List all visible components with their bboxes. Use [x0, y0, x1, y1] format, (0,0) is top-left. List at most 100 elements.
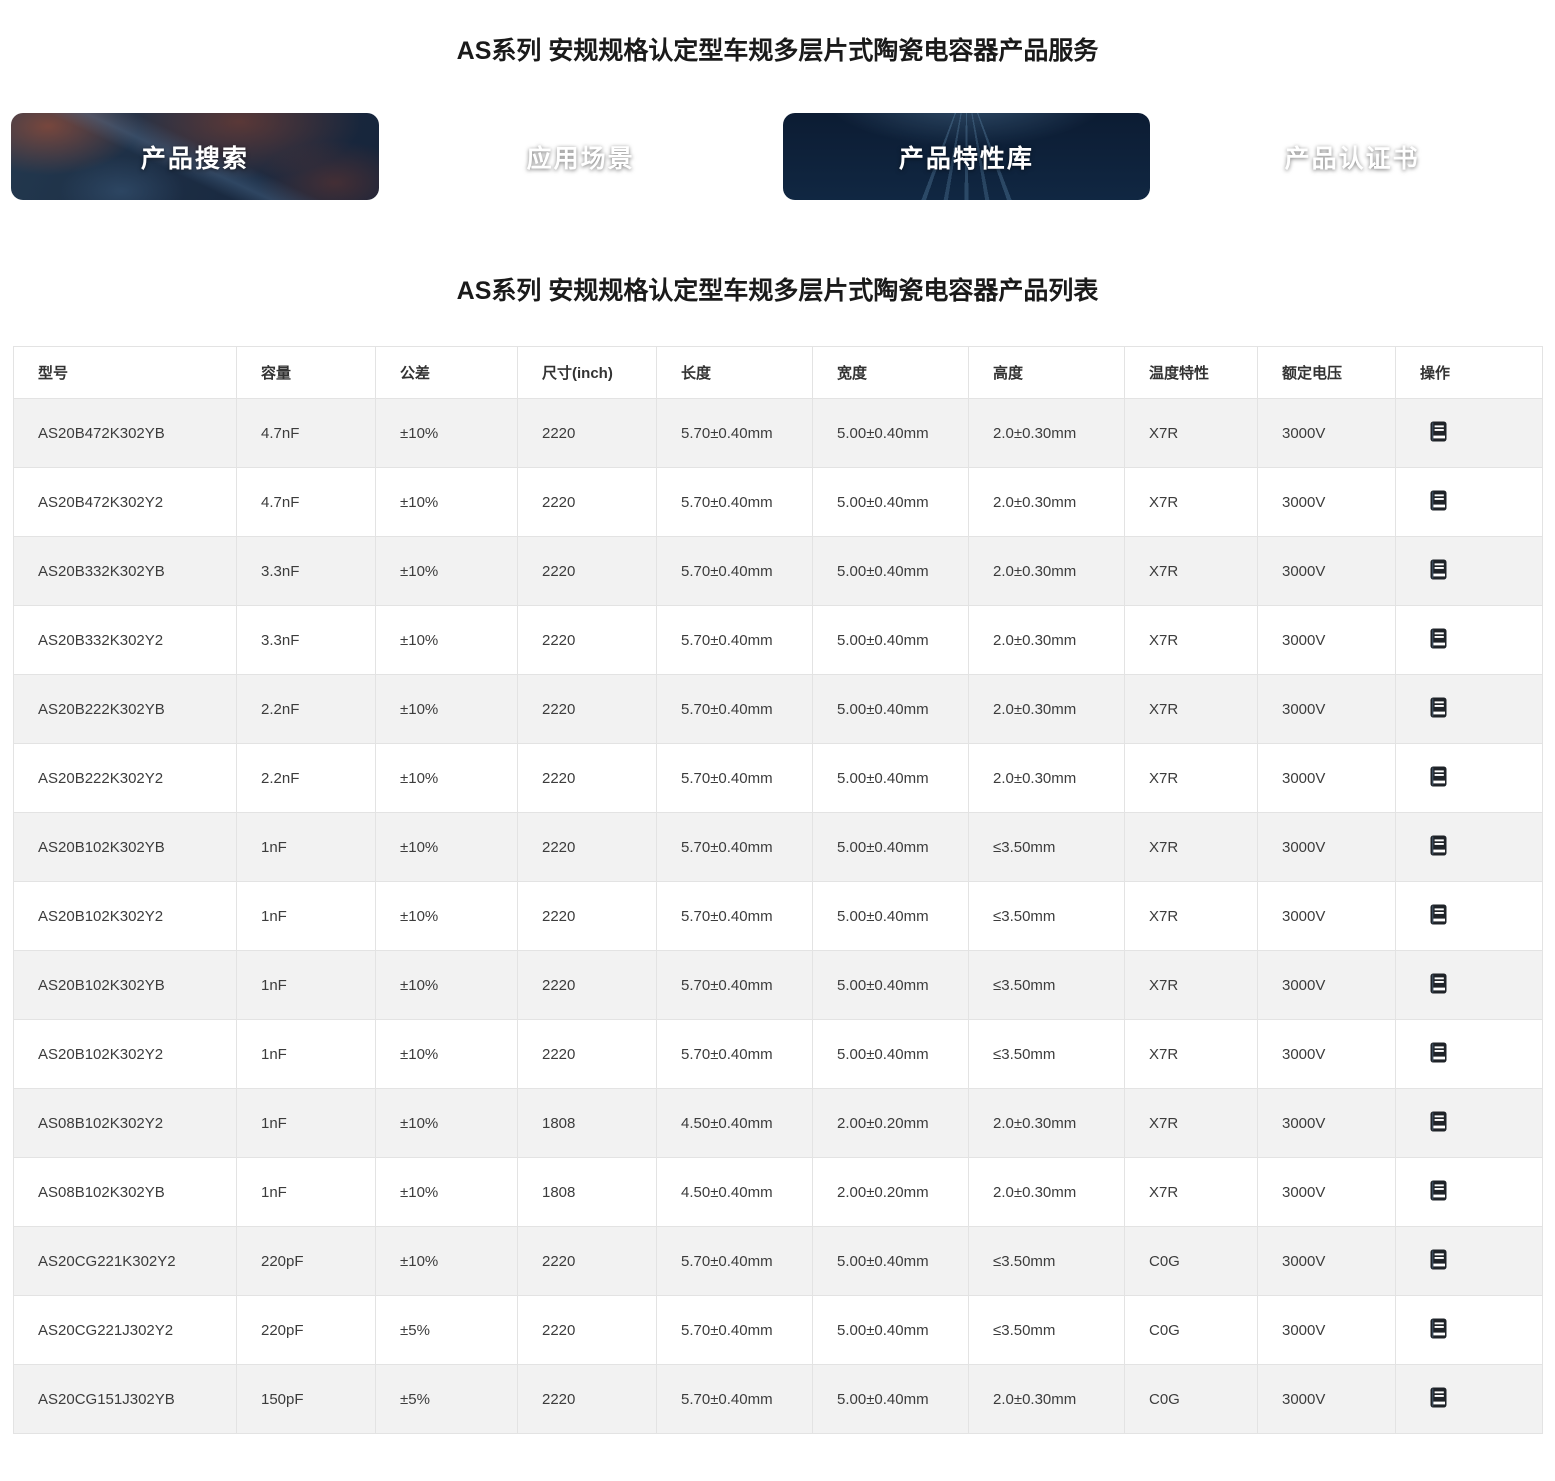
cell-width: 5.00±0.40mm	[813, 1365, 969, 1434]
cell-model: AS20B102K302Y2	[14, 882, 237, 951]
cell-tolerance: ±10%	[376, 399, 518, 468]
cell-height: 2.0±0.30mm	[969, 675, 1125, 744]
table-row: AS20B102K302YB1nF±10%22205.70±0.40mm5.00…	[14, 813, 1543, 882]
cell-action	[1396, 1365, 1543, 1434]
cell-length: 4.50±0.40mm	[657, 1158, 813, 1227]
cell-voltage: 3000V	[1258, 675, 1396, 744]
cell-tolerance: ±10%	[376, 1020, 518, 1089]
cell-size: 2220	[518, 882, 657, 951]
cell-capacity: 4.7nF	[237, 468, 376, 537]
cell-tolerance: ±10%	[376, 1089, 518, 1158]
datasheet-book-icon[interactable]	[1430, 697, 1447, 718]
table-row: AS20B472K302YB4.7nF±10%22205.70±0.40mm5.…	[14, 399, 1543, 468]
banner-product-certificates-label: 产品认证书	[1285, 139, 1420, 175]
banner-product-search[interactable]: 产品搜索	[11, 113, 379, 200]
cell-action	[1396, 951, 1543, 1020]
datasheet-book-icon[interactable]	[1430, 973, 1447, 994]
datasheet-book-icon[interactable]	[1430, 904, 1447, 925]
cell-voltage: 3000V	[1258, 468, 1396, 537]
cell-temp: X7R	[1125, 537, 1258, 606]
cell-voltage: 3000V	[1258, 537, 1396, 606]
cell-model: AS20B332K302Y2	[14, 606, 237, 675]
cell-model: AS20B102K302YB	[14, 951, 237, 1020]
datasheet-book-icon[interactable]	[1430, 628, 1447, 649]
cell-width: 5.00±0.40mm	[813, 399, 969, 468]
cell-size: 2220	[518, 399, 657, 468]
cell-model: AS20B222K302YB	[14, 675, 237, 744]
cell-capacity: 3.3nF	[237, 606, 376, 675]
datasheet-book-icon[interactable]	[1430, 1318, 1447, 1339]
table-row: AS20B102K302Y21nF±10%22205.70±0.40mm5.00…	[14, 882, 1543, 951]
cell-voltage: 3000V	[1258, 882, 1396, 951]
header-model: 型号	[14, 347, 237, 399]
cell-height: 2.0±0.30mm	[969, 606, 1125, 675]
cell-length: 5.70±0.40mm	[657, 675, 813, 744]
cell-action	[1396, 1296, 1543, 1365]
datasheet-book-icon[interactable]	[1430, 1042, 1447, 1063]
cell-length: 5.70±0.40mm	[657, 1296, 813, 1365]
datasheet-book-icon[interactable]	[1430, 490, 1447, 511]
cell-width: 5.00±0.40mm	[813, 537, 969, 606]
cell-size: 2220	[518, 606, 657, 675]
table-row: AS20CG221J302Y2220pF±5%22205.70±0.40mm5.…	[14, 1296, 1543, 1365]
cell-length: 5.70±0.40mm	[657, 606, 813, 675]
cell-temp: X7R	[1125, 813, 1258, 882]
cell-tolerance: ±5%	[376, 1365, 518, 1434]
banner-product-feature-library[interactable]: 产品特性库	[783, 113, 1151, 200]
header-height: 高度	[969, 347, 1125, 399]
table-row: AS08B102K302YB1nF±10%18084.50±0.40mm2.00…	[14, 1158, 1543, 1227]
cell-tolerance: ±5%	[376, 1296, 518, 1365]
cell-height: ≤3.50mm	[969, 1020, 1125, 1089]
cell-action	[1396, 606, 1543, 675]
cell-capacity: 220pF	[237, 1296, 376, 1365]
cell-voltage: 3000V	[1258, 1089, 1396, 1158]
cell-temp: X7R	[1125, 744, 1258, 813]
cell-capacity: 150pF	[237, 1365, 376, 1434]
cell-voltage: 3000V	[1258, 1020, 1396, 1089]
cell-capacity: 1nF	[237, 813, 376, 882]
cell-width: 5.00±0.40mm	[813, 744, 969, 813]
cell-height: 2.0±0.30mm	[969, 468, 1125, 537]
cell-model: AS20B472K302Y2	[14, 468, 237, 537]
cell-temp: C0G	[1125, 1227, 1258, 1296]
table-row: AS20B222K302YB2.2nF±10%22205.70±0.40mm5.…	[14, 675, 1543, 744]
cell-width: 5.00±0.40mm	[813, 1020, 969, 1089]
datasheet-book-icon[interactable]	[1430, 1249, 1447, 1270]
cell-voltage: 3000V	[1258, 1296, 1396, 1365]
datasheet-book-icon[interactable]	[1430, 559, 1447, 580]
cell-width: 5.00±0.40mm	[813, 468, 969, 537]
cell-temp: X7R	[1125, 468, 1258, 537]
datasheet-book-icon[interactable]	[1430, 835, 1447, 856]
cell-capacity: 3.3nF	[237, 537, 376, 606]
product-table-wrap: 型号 容量 公差 尺寸(inch) 长度 宽度 高度 温度特性 额定电压 操作 …	[13, 346, 1542, 1434]
cell-action	[1396, 1227, 1543, 1296]
cell-temp: X7R	[1125, 1020, 1258, 1089]
cell-action	[1396, 1020, 1543, 1089]
cell-model: AS20B102K302YB	[14, 813, 237, 882]
banner-product-certificates[interactable]: 产品认证书	[1168, 113, 1536, 200]
cell-capacity: 220pF	[237, 1227, 376, 1296]
cell-width: 5.00±0.40mm	[813, 1227, 969, 1296]
banner-application-scenarios[interactable]: 应用场景	[397, 113, 765, 200]
cell-tolerance: ±10%	[376, 882, 518, 951]
cell-model: AS20CG151J302YB	[14, 1365, 237, 1434]
header-rated-voltage: 额定电压	[1258, 347, 1396, 399]
cell-action	[1396, 399, 1543, 468]
cell-height: 2.0±0.30mm	[969, 1089, 1125, 1158]
cell-capacity: 1nF	[237, 882, 376, 951]
table-row: AS20B102K302Y21nF±10%22205.70±0.40mm5.00…	[14, 1020, 1543, 1089]
cell-width: 2.00±0.20mm	[813, 1089, 969, 1158]
datasheet-book-icon[interactable]	[1430, 1180, 1447, 1201]
cell-tolerance: ±10%	[376, 468, 518, 537]
cell-size: 2220	[518, 813, 657, 882]
cell-tolerance: ±10%	[376, 744, 518, 813]
datasheet-book-icon[interactable]	[1430, 421, 1447, 442]
cell-width: 5.00±0.40mm	[813, 606, 969, 675]
cell-tolerance: ±10%	[376, 1227, 518, 1296]
cell-width: 2.00±0.20mm	[813, 1158, 969, 1227]
cell-model: AS20B472K302YB	[14, 399, 237, 468]
datasheet-book-icon[interactable]	[1430, 766, 1447, 787]
datasheet-book-icon[interactable]	[1430, 1111, 1447, 1132]
cell-temp: X7R	[1125, 882, 1258, 951]
datasheet-book-icon[interactable]	[1430, 1387, 1447, 1408]
